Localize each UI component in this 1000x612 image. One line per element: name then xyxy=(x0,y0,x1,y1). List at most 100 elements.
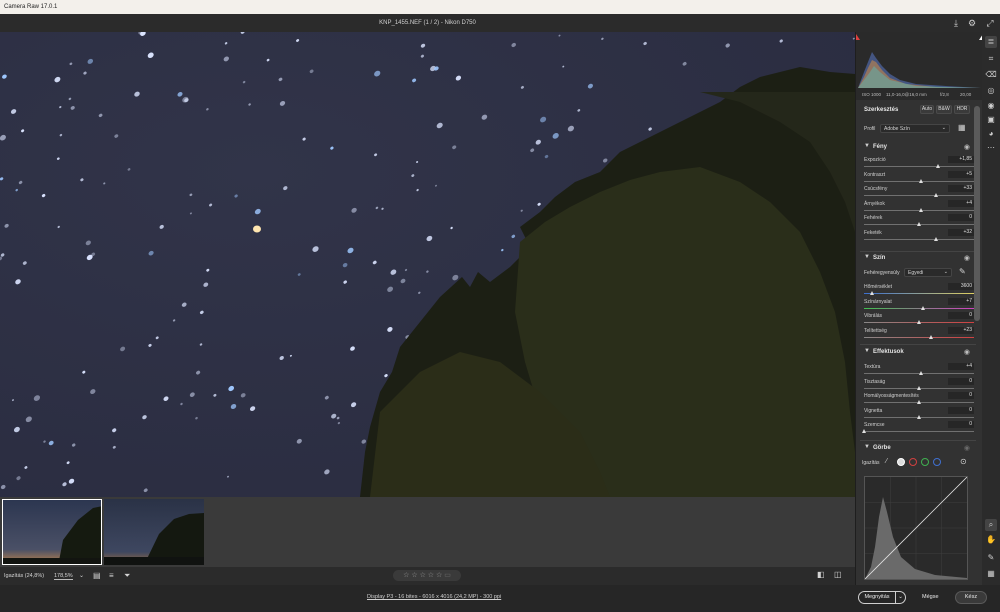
slider-árnyékok[interactable]: Árnyékok +4 xyxy=(864,199,974,215)
slider-value[interactable]: +33 xyxy=(948,185,974,192)
zoom-value[interactable]: 178,5% xyxy=(54,573,73,580)
slider-handle[interactable] xyxy=(928,334,933,339)
slider-track[interactable] xyxy=(864,238,974,240)
slider-hőmérséklet[interactable]: Hőmérséklet 3600 xyxy=(864,283,974,298)
filmstrip-thumbnail-1[interactable] xyxy=(2,499,102,565)
slider-handle[interactable] xyxy=(918,371,923,375)
section-light-header[interactable]: ▼ Fény ◉ xyxy=(856,141,976,153)
section-effects-header[interactable]: ▼ Effektusok ◉ xyxy=(856,346,976,358)
eye-icon[interactable]: ◉ xyxy=(964,254,970,262)
slider-telítettség[interactable]: Telítettség +23 xyxy=(864,326,974,342)
slider-handle[interactable] xyxy=(916,414,921,419)
slider-value[interactable]: +5 xyxy=(948,170,974,178)
slider-textúra[interactable]: Textúra +4 xyxy=(864,363,974,378)
slider-handle[interactable] xyxy=(870,291,875,295)
profile-select[interactable]: Adobe Szín ⌄ xyxy=(880,124,950,133)
auto-button[interactable]: Auto xyxy=(920,105,934,114)
slider-fehérek[interactable]: Fehérek 0 xyxy=(864,214,974,229)
rating-stars[interactable]: ☆ ☆ ☆ ☆ ☆ ▭ xyxy=(393,570,461,581)
cancel-button[interactable]: Mégse xyxy=(922,594,939,600)
slider-handle[interactable] xyxy=(920,305,925,310)
mask-icon[interactable]: ◎ xyxy=(985,85,997,97)
slider-csúcsfény[interactable]: Csúcsfény +33 xyxy=(864,185,974,200)
presets-icon[interactable]: ◕ xyxy=(985,128,997,140)
shadow-clip-warning-icon[interactable] xyxy=(856,34,860,40)
eye-icon[interactable]: ◉ xyxy=(964,143,970,151)
filmstrip-icon[interactable]: ▤ xyxy=(93,571,101,580)
slider-value[interactable]: +1,85 xyxy=(948,156,974,163)
slider-handle[interactable] xyxy=(934,236,939,241)
slider-kontraszt[interactable]: Kontraszt +5 xyxy=(864,170,974,186)
filter-icon[interactable]: ⏷ xyxy=(124,571,130,581)
color-sampler-icon[interactable]: ✎ xyxy=(985,552,997,564)
curve-channel-red[interactable] xyxy=(909,458,917,466)
panel-scrollbar[interactable] xyxy=(974,106,980,321)
slider-value[interactable]: 3600 xyxy=(948,283,974,290)
target-adjust-icon[interactable]: ⊙ xyxy=(960,457,967,466)
slider-handle[interactable] xyxy=(936,164,941,168)
save-icon[interactable]: ⤓ xyxy=(950,17,962,29)
slider-tisztaság[interactable]: Tisztaság 0 xyxy=(864,377,974,393)
curve-channel-green[interactable] xyxy=(921,458,929,466)
zoom-icon[interactable]: ⌕ xyxy=(985,519,997,531)
slider-value[interactable]: 0 xyxy=(948,377,974,385)
slider-value[interactable]: +4 xyxy=(948,199,974,207)
curve-channel-blue[interactable] xyxy=(933,458,941,466)
heal-eraser-icon[interactable]: ⌫ xyxy=(985,69,997,81)
sort-icon[interactable]: ≡ xyxy=(109,571,114,580)
chevron-down-icon[interactable]: ⌄ xyxy=(79,572,84,579)
eye-icon[interactable]: ◉ xyxy=(964,348,970,356)
slider-expozíció[interactable]: Expozíció +1,85 xyxy=(864,156,974,171)
slider-handle[interactable] xyxy=(916,320,921,324)
hdr-button[interactable]: HDR xyxy=(954,105,970,114)
slider-handle[interactable] xyxy=(916,400,921,404)
image-canvas[interactable] xyxy=(0,32,855,497)
point-curve-icon[interactable]: ⁄ xyxy=(886,458,887,465)
edit-sliders-icon[interactable]: ≣ xyxy=(985,36,997,48)
slider-handle[interactable] xyxy=(861,429,866,433)
slider-value[interactable]: +4 xyxy=(948,363,974,370)
slider-szemcse[interactable]: Szemcse 0 xyxy=(861,421,974,436)
slider-track[interactable] xyxy=(864,166,974,167)
more-options-icon[interactable]: ⋯ xyxy=(985,142,997,154)
crop-icon[interactable]: ⌗ xyxy=(985,53,997,65)
grid-icon[interactable]: ▦ xyxy=(985,568,997,580)
white-balance-select[interactable]: Egyedi ⌄ xyxy=(904,268,952,277)
slider-track[interactable] xyxy=(864,293,974,294)
slider-handle[interactable] xyxy=(918,207,923,212)
open-button[interactable]: Megnyitás xyxy=(858,591,896,604)
filmstrip-thumbnail-2[interactable] xyxy=(104,499,204,565)
slider-track[interactable] xyxy=(864,431,974,432)
slider-track[interactable] xyxy=(864,195,974,196)
reject-icon[interactable]: ▭ xyxy=(444,572,451,579)
done-button[interactable]: Kész xyxy=(955,591,987,604)
slider-vibrálás[interactable]: Vibrálás 0 xyxy=(864,312,974,327)
slider-track[interactable] xyxy=(864,336,974,338)
slider-value[interactable]: 0 xyxy=(948,421,974,428)
gear-icon[interactable]: ⚙ xyxy=(966,17,978,29)
tone-curve-graph[interactable] xyxy=(864,476,968,580)
profile-browser-icon[interactable]: ▦ xyxy=(958,123,966,132)
redeye-icon[interactable]: ◉ xyxy=(985,100,997,112)
slider-vignetta[interactable]: Vignetta 0 xyxy=(864,406,974,422)
section-curve-header[interactable]: ▼ Görbe ◉ xyxy=(856,442,976,454)
curve-channel-rgb[interactable] xyxy=(897,458,905,466)
before-after-icon[interactable]: ◧ xyxy=(817,570,825,579)
slider-homályosságmentesítés[interactable]: Homályosságmentesítés 0 xyxy=(864,392,974,407)
slider-value[interactable]: 0 xyxy=(948,312,974,319)
slider-value[interactable]: +32 xyxy=(948,228,974,236)
slider-value[interactable]: +7 xyxy=(948,297,974,305)
eye-icon[interactable]: ◉ xyxy=(964,444,970,452)
fullscreen-icon[interactable]: ⤢ xyxy=(984,17,996,29)
slider-track[interactable] xyxy=(864,307,974,309)
image-info-link[interactable]: Display P3 - 16 bites - 6016 x 4016 (24,… xyxy=(367,594,501,600)
slider-színárnyalat[interactable]: Színárnyalat +7 xyxy=(864,297,974,313)
open-options-button[interactable]: ⌄ xyxy=(896,591,906,604)
section-color-header[interactable]: ▼ Szín ◉ xyxy=(856,252,976,264)
bw-button[interactable]: B&W xyxy=(936,105,952,114)
slider-feketék[interactable]: Feketék +32 xyxy=(864,228,974,244)
slider-value[interactable]: 0 xyxy=(948,406,974,414)
zoom-label[interactable]: Igazítás (24,8%) xyxy=(4,573,44,579)
slider-handle[interactable] xyxy=(916,385,921,390)
snapshots-icon[interactable]: ▣ xyxy=(985,114,997,126)
